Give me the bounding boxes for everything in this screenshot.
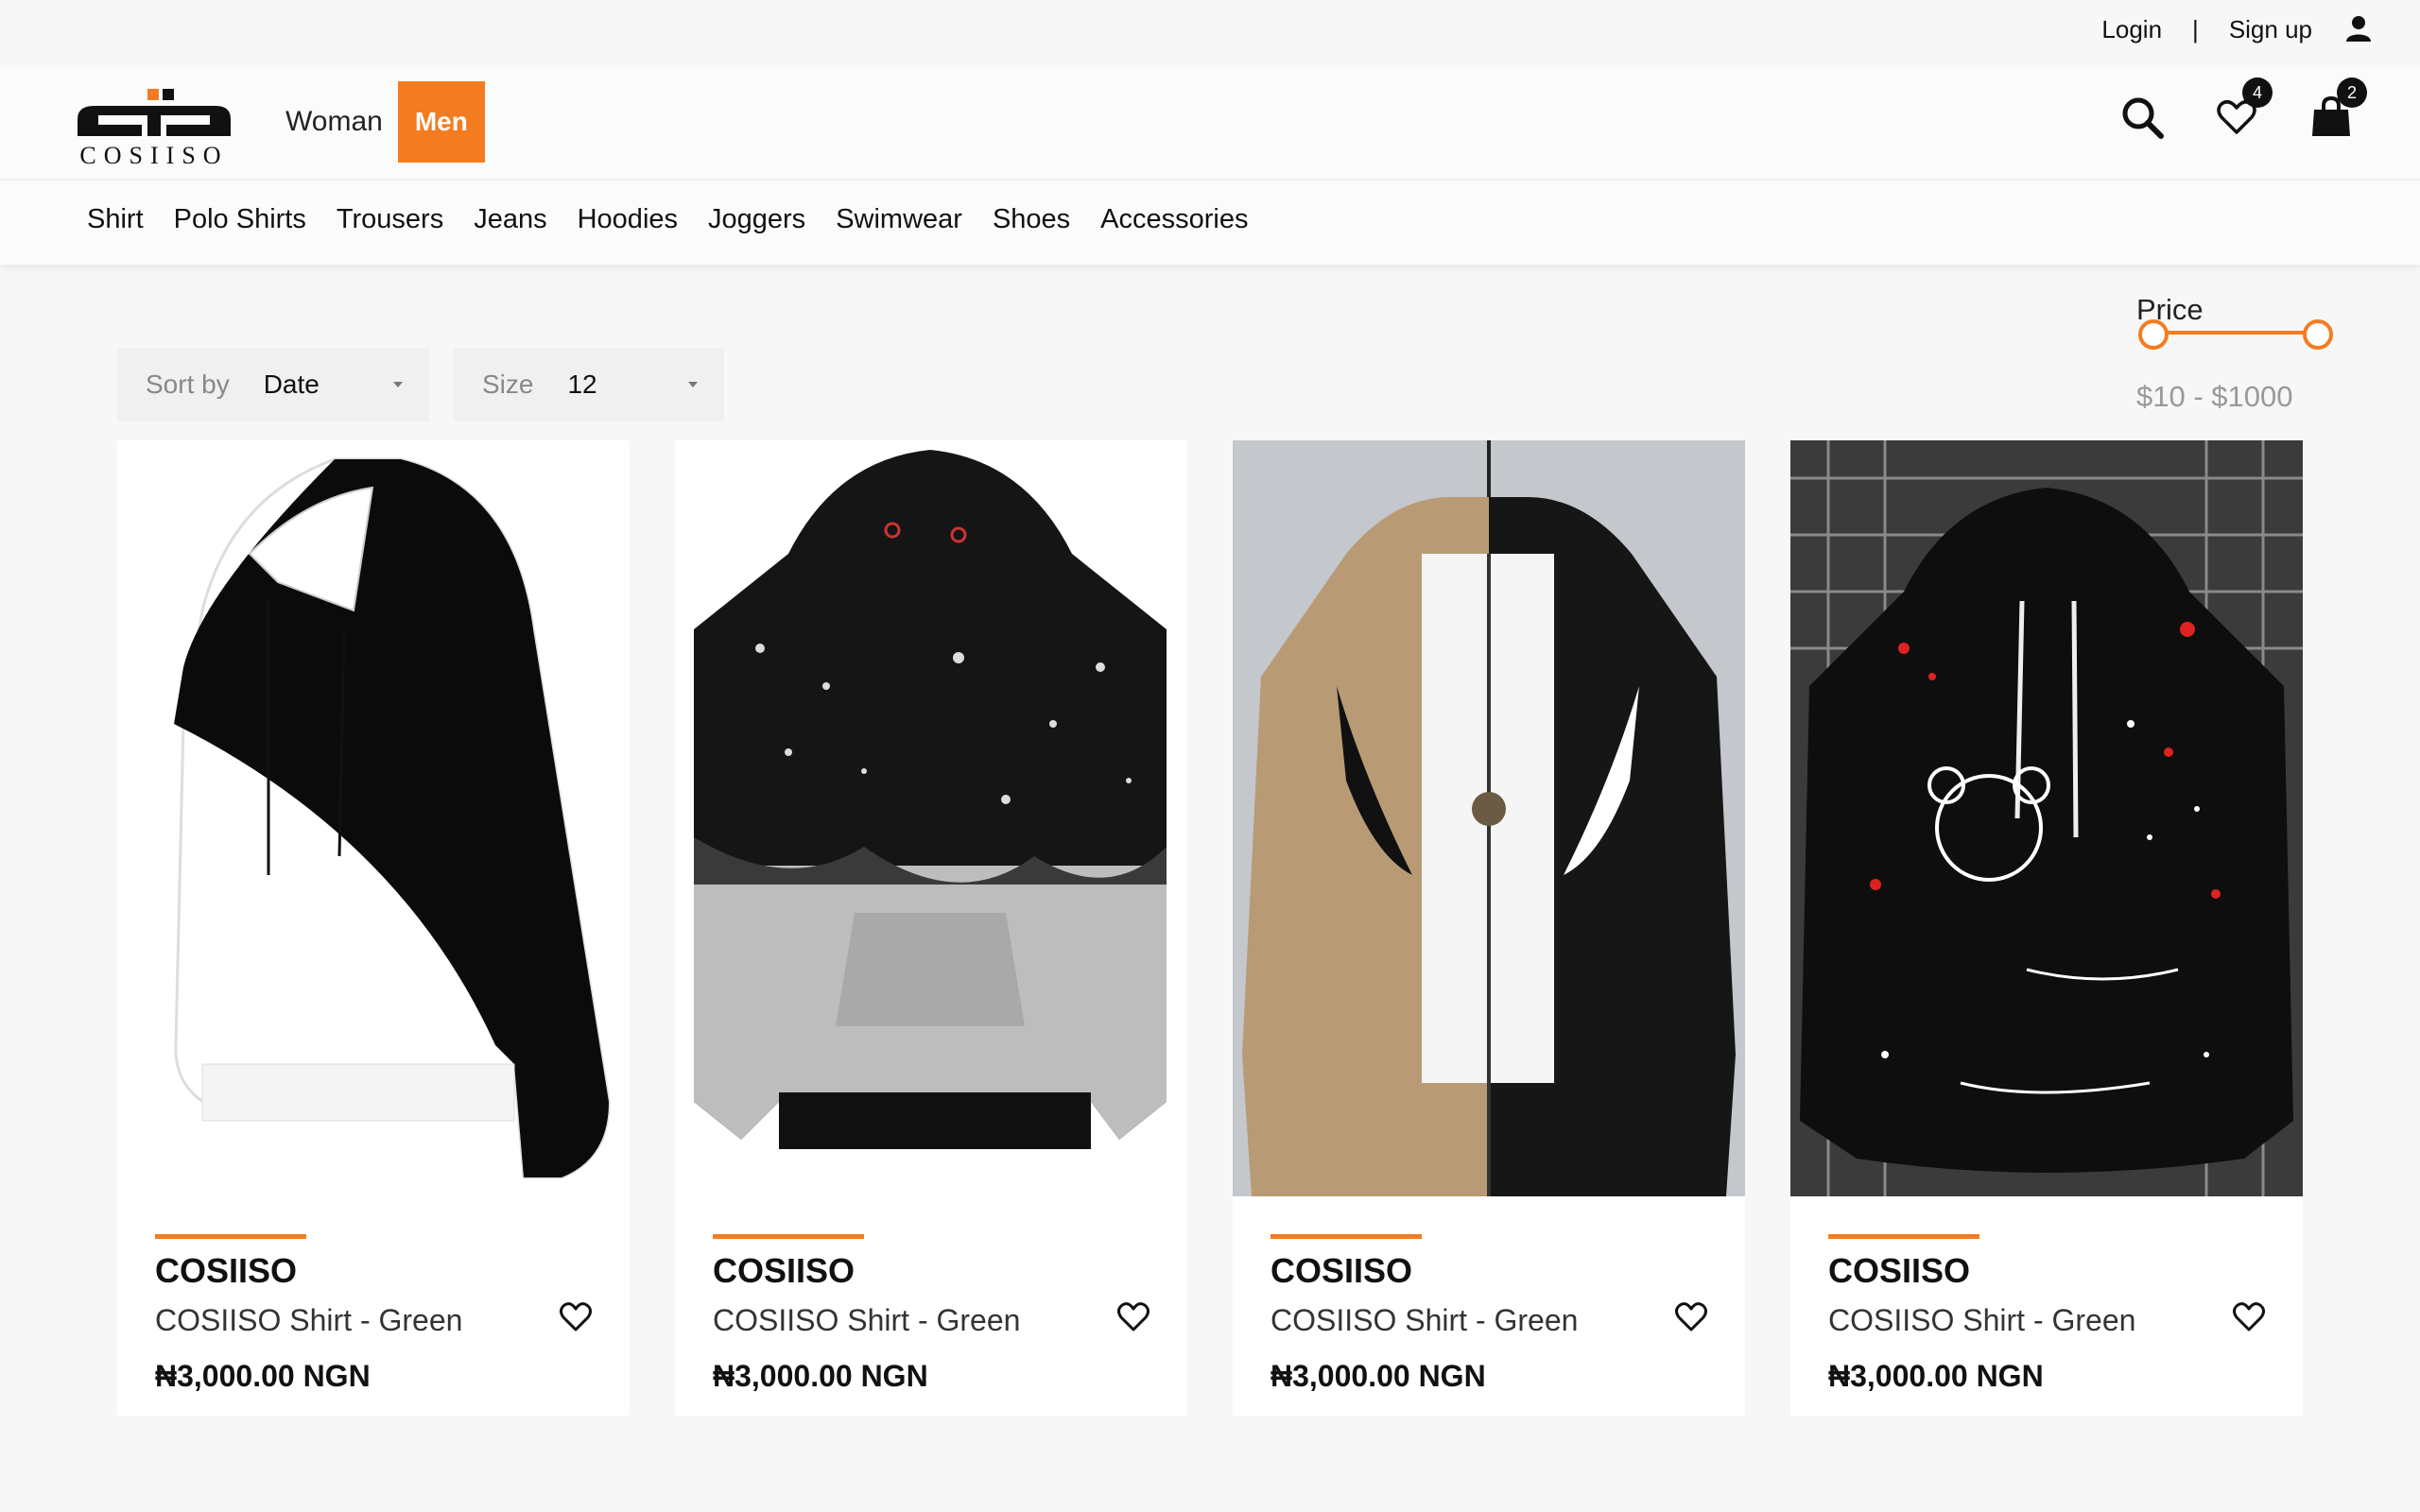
wishlist-button[interactable]: 4 bbox=[2214, 77, 2273, 140]
product-card[interactable]: COSIISO COSIISO Shirt - Green ₦3,000.00 … bbox=[675, 440, 1187, 1416]
category-accessories[interactable]: Accessories bbox=[1100, 204, 1248, 235]
auth-separator: | bbox=[2192, 14, 2199, 43]
cart-count-badge: 2 bbox=[2337, 77, 2367, 108]
size-label: Size bbox=[482, 369, 534, 399]
product-title[interactable]: COSIISO Shirt - Green bbox=[713, 1303, 1020, 1338]
gender-woman-tab[interactable]: Woman bbox=[285, 106, 383, 138]
product-title[interactable]: COSIISO Shirt - Green bbox=[1828, 1303, 2135, 1338]
product-title[interactable]: COSIISO Shirt - Green bbox=[1270, 1303, 1578, 1338]
product-accent-bar bbox=[155, 1234, 306, 1239]
chevron-down-icon bbox=[393, 382, 403, 387]
price-slider-min-handle[interactable] bbox=[2138, 319, 2169, 350]
heart-icon[interactable] bbox=[1115, 1298, 1151, 1334]
category-swimwear[interactable]: Swimwear bbox=[836, 204, 962, 235]
heart-icon[interactable] bbox=[558, 1298, 594, 1334]
category-jeans[interactable]: Jeans bbox=[474, 204, 546, 235]
category-trousers[interactable]: Trousers bbox=[337, 204, 443, 235]
price-slider-track[interactable] bbox=[2153, 331, 2314, 335]
auth-links: Login | Sign up bbox=[2101, 13, 2375, 45]
chevron-down-icon bbox=[688, 382, 698, 387]
product-brand: COSIISO bbox=[1828, 1251, 1971, 1290]
product-price: ₦3,000.00 NGN bbox=[155, 1359, 371, 1393]
product-price: ₦3,000.00 NGN bbox=[1270, 1359, 1486, 1393]
sort-label: Sort by bbox=[146, 369, 230, 399]
category-shoes[interactable]: Shoes bbox=[993, 204, 1070, 235]
sort-select[interactable]: Sort by Date bbox=[117, 348, 429, 421]
product-brand: COSIISO bbox=[713, 1251, 856, 1290]
size-select[interactable]: Size 12 bbox=[454, 348, 724, 421]
signup-link[interactable]: Sign up bbox=[2229, 15, 2312, 44]
heart-icon[interactable] bbox=[1673, 1298, 1709, 1334]
main-header: COSIISO Woman Men 4 2 bbox=[0, 68, 2420, 180]
wishlist-count-badge: 4 bbox=[2242, 77, 2273, 108]
price-slider-max-handle[interactable] bbox=[2303, 319, 2333, 350]
product-image[interactable] bbox=[675, 440, 1187, 1196]
header-icons: 4 2 bbox=[2119, 77, 2367, 140]
product-accent-bar bbox=[1270, 1234, 1422, 1239]
gender-switch: Woman Men bbox=[285, 81, 485, 163]
heart-icon[interactable] bbox=[2231, 1298, 2267, 1334]
product-card[interactable]: COSIISO COSIISO Shirt - Green ₦3,000.00 … bbox=[1790, 440, 2303, 1416]
size-value: 12 bbox=[567, 369, 597, 399]
category-hoodies[interactable]: Hoodies bbox=[578, 204, 678, 235]
product-accent-bar bbox=[713, 1234, 864, 1239]
product-brand: COSIISO bbox=[155, 1251, 298, 1290]
category-nav: Shirt Polo Shirts Trousers Jeans Hoodies… bbox=[0, 181, 2420, 265]
product-price: ₦3,000.00 NGN bbox=[713, 1359, 928, 1393]
login-link[interactable]: Login bbox=[2101, 15, 2162, 44]
product-image[interactable] bbox=[117, 440, 630, 1196]
product-brand: COSIISO bbox=[1270, 1251, 1413, 1290]
category-polo-shirts[interactable]: Polo Shirts bbox=[174, 204, 306, 235]
search-icon[interactable] bbox=[2119, 94, 2165, 140]
category-shirt[interactable]: Shirt bbox=[87, 204, 144, 235]
sort-value: Date bbox=[263, 369, 320, 399]
price-range-text: $10 - $1000 bbox=[2136, 380, 2293, 413]
product-image[interactable] bbox=[1233, 440, 1745, 1196]
product-title[interactable]: COSIISO Shirt - Green bbox=[155, 1303, 462, 1338]
top-utility-bar: Login | Sign up bbox=[0, 0, 2420, 66]
user-icon[interactable] bbox=[2342, 13, 2375, 45]
product-card[interactable]: COSIISO COSIISO Shirt - Green ₦3,000.00 … bbox=[1233, 440, 1745, 1416]
category-list: Shirt Polo Shirts Trousers Jeans Hoodies… bbox=[87, 204, 1249, 235]
gender-men-tab[interactable]: Men bbox=[397, 81, 485, 163]
category-joggers[interactable]: Joggers bbox=[708, 204, 805, 235]
product-image[interactable] bbox=[1790, 440, 2303, 1196]
brand-logo-text: COSIISO bbox=[79, 142, 229, 169]
product-card[interactable]: COSIISO COSIISO Shirt - Green ₦3,000.00 … bbox=[117, 440, 630, 1416]
product-price: ₦3,000.00 NGN bbox=[1828, 1359, 2044, 1393]
product-accent-bar bbox=[1828, 1234, 1979, 1239]
cart-button[interactable]: 2 bbox=[2308, 77, 2367, 140]
